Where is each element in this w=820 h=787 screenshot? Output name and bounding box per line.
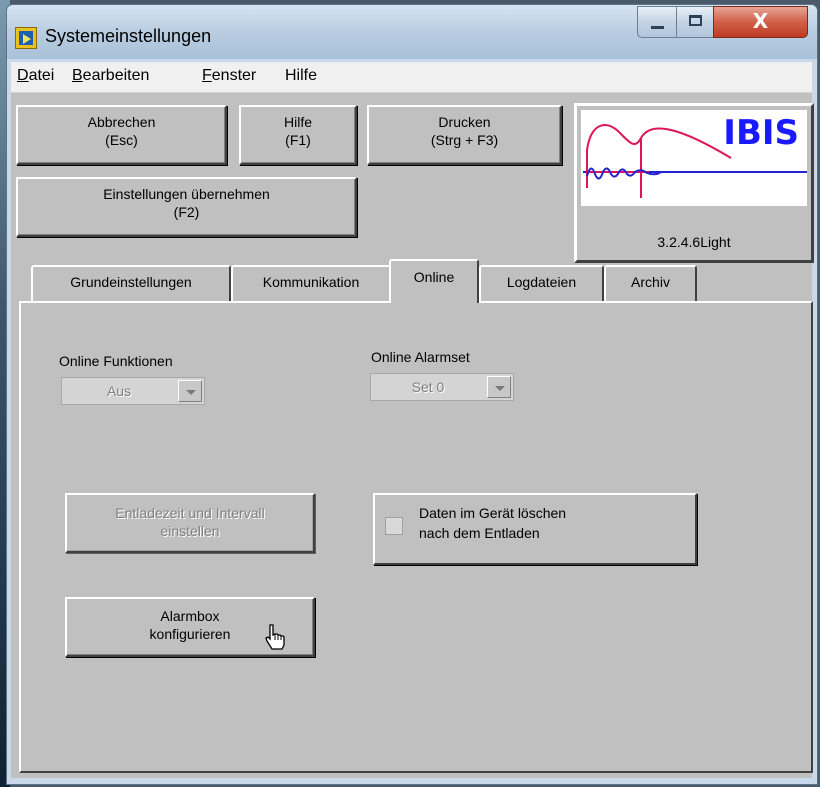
tab-grundeinstellungen[interactable]: Grundeinstellungen: [31, 265, 231, 301]
client-area: Abbrechen (Esc) Hilfe (F1) Drucken (Strg…: [11, 93, 814, 778]
delete-data-checkbox-frame[interactable]: Daten im Gerät löschen nach dem Entladen: [373, 493, 697, 565]
logo-text: IBIS: [723, 113, 799, 153]
delete-data-checkbox[interactable]: [385, 517, 403, 535]
menu-datei[interactable]: Datei: [17, 67, 54, 85]
chevron-down-icon: [487, 376, 511, 398]
online-alarmset-value: Set 0: [411, 379, 445, 395]
print-button[interactable]: Drucken (Strg + F3): [367, 105, 562, 165]
tab-kommunikation[interactable]: Kommunikation: [231, 265, 391, 301]
online-functions-label: Online Funktionen: [59, 353, 173, 369]
tab-archiv[interactable]: Archiv: [604, 265, 697, 301]
minimize-icon: [651, 26, 664, 29]
ibis-waveform-icon: IBIS: [583, 113, 807, 198]
cancel-button[interactable]: Abbrechen (Esc): [16, 105, 227, 165]
maximize-icon: [689, 15, 702, 26]
tab-online[interactable]: Online: [389, 259, 479, 303]
menu-bar: Datei Bearbeiten Fenster Hilfe: [11, 62, 812, 93]
settings-window: Systemeinstellungen X Datei Bearbeiten F…: [6, 4, 818, 785]
online-alarmset-label: Online Alarmset: [371, 349, 470, 365]
discharge-interval-button: Entladezeit und Intervall einstellen: [65, 493, 315, 553]
version-label: 3.2.4.6Light: [657, 234, 731, 250]
window-title: Systemeinstellungen: [45, 26, 212, 46]
online-alarmset-select: Set 0: [370, 373, 514, 401]
labview-app-icon: [15, 27, 37, 49]
menu-fenster[interactable]: Fenster: [202, 67, 256, 85]
title-bar[interactable]: Systemeinstellungen X: [7, 5, 817, 59]
menu-hilfe[interactable]: Hilfe: [285, 67, 317, 85]
menu-bearbeiten[interactable]: Bearbeiten: [72, 67, 149, 85]
hand-pointer-icon: [265, 624, 285, 650]
tab-logdateien[interactable]: Logdateien: [479, 265, 604, 301]
help-button[interactable]: Hilfe (F1): [239, 105, 357, 165]
online-tab-panel: Online Funktionen Aus Online Alarmset Se…: [19, 301, 813, 773]
minimize-button[interactable]: [637, 6, 677, 38]
online-functions-value: Aus: [106, 383, 132, 399]
chevron-down-icon: [178, 380, 202, 402]
online-functions-select: Aus: [61, 377, 205, 405]
close-button[interactable]: X: [713, 6, 808, 38]
apply-settings-button[interactable]: Einstellungen übernehmen (F2): [16, 177, 357, 237]
ibis-logo-panel: IBIS 3.2.4.6Light: [574, 103, 814, 263]
maximize-button[interactable]: [676, 6, 714, 38]
ibis-logo: IBIS: [581, 110, 807, 206]
close-icon: X: [752, 9, 769, 33]
delete-data-checkbox-label: Daten im Gerät löschen nach dem Entladen: [419, 505, 567, 541]
